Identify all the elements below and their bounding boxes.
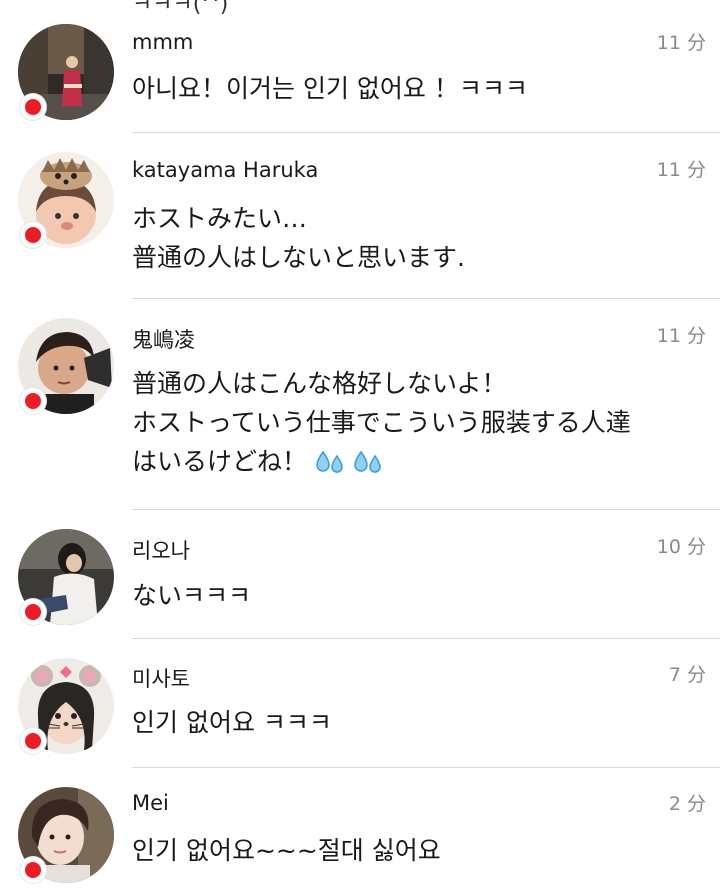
comment-username[interactable]: 鬼嶋凌	[132, 324, 195, 354]
comment-divider	[132, 638, 720, 639]
sweat-droplets-icon	[354, 450, 381, 473]
comment-timestamp: 7 分	[668, 664, 706, 686]
comment-text: ホストみたい… 普通の人はしないと思います.	[132, 204, 465, 272]
live-badge-icon	[20, 222, 46, 248]
comment-divider	[132, 509, 720, 510]
comment-divider	[132, 767, 720, 768]
avatar[interactable]	[18, 152, 114, 248]
avatar[interactable]	[18, 658, 114, 754]
comment-username[interactable]: katayama Haruka	[132, 158, 318, 182]
live-badge-icon	[20, 94, 46, 120]
comment-username[interactable]: mmm	[132, 30, 193, 54]
comment-text: ないㅋㅋㅋ	[132, 581, 252, 610]
comment-timestamp: 11 分	[656, 325, 706, 347]
comment-username[interactable]: Mei	[132, 791, 169, 815]
comment-timestamp: 10 分	[656, 536, 706, 558]
live-badge-icon	[20, 857, 46, 883]
avatar[interactable]	[18, 24, 114, 120]
comment-divider	[132, 132, 720, 133]
sweat-droplets-icon	[316, 450, 343, 473]
avatar[interactable]	[18, 787, 114, 883]
comment-timestamp: 2 分	[668, 793, 706, 815]
comment-text: 아니요！이거는 인기 없어요 ！ㅋㅋㅋ	[132, 74, 528, 103]
comment-text: 인기 없어요 ㅋㅋㅋ	[132, 708, 332, 737]
avatar[interactable]	[18, 529, 114, 625]
comment-username[interactable]: 리오나	[132, 535, 190, 565]
live-badge-icon	[20, 388, 46, 414]
live-badge-icon	[20, 599, 46, 625]
comment-text: 인기 없어요~~~절대 싫어요	[132, 836, 441, 865]
comment-timestamp: 11 分	[656, 32, 706, 54]
comment-text: 普通の人はこんな格好しないよ！ ホストっていう仕事でこういう服装する人達 はいる…	[132, 364, 702, 481]
previous-comment-fragment: ㅋㅋㅋ(^)	[132, 0, 229, 17]
live-badge-icon	[20, 728, 46, 754]
comment-divider	[132, 298, 720, 299]
comment-username[interactable]: 미사토	[132, 663, 190, 693]
comment-timestamp: 11 分	[656, 159, 706, 181]
avatar[interactable]	[18, 318, 114, 414]
